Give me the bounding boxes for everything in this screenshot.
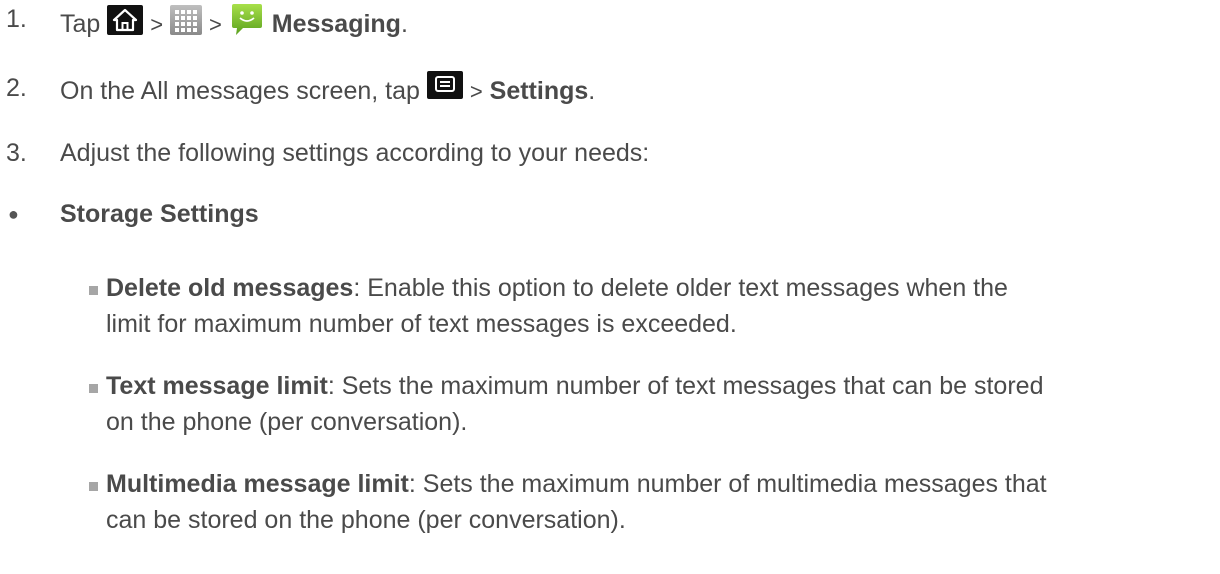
square-bullet-icon — [89, 482, 98, 491]
messaging-label: Messaging — [271, 10, 401, 38]
option-line: Text message limit: Sets the maximum num… — [106, 372, 1044, 400]
home-icon — [107, 5, 144, 35]
option-line: Multimedia message limit: Sets the maxim… — [106, 470, 1047, 498]
option-name: Text message limit — [106, 372, 328, 400]
separator: > — [150, 12, 164, 37]
option-line: can be stored on the phone (per conversa… — [106, 506, 626, 534]
settings-label: Settings — [489, 77, 589, 105]
option-line: limit for maximum number of text message… — [106, 310, 737, 338]
option-name: Delete old messages — [106, 274, 354, 302]
square-bullet-icon — [89, 384, 98, 393]
square-bullet-icon — [89, 286, 98, 295]
step-text: Tap > > Messaging. — [60, 2, 408, 42]
menu-icon — [426, 71, 463, 99]
apps-grid-icon — [170, 5, 203, 35]
step-number: 1. — [6, 5, 27, 33]
option-line: Delete old messages: Enable this option … — [106, 274, 1008, 302]
step-2-text: On the All messages screen, tap — [60, 77, 420, 105]
step-number: 3. — [6, 139, 27, 167]
separator: > — [469, 79, 483, 104]
option-name: Multimedia message limit — [106, 470, 409, 498]
section-title: Storage Settings — [60, 200, 259, 228]
step-text: Adjust the following settings according … — [60, 139, 650, 167]
tap-label: Tap — [60, 10, 101, 38]
messaging-app-icon — [229, 2, 265, 38]
step-text: On the All messages screen, tap > Settin… — [60, 71, 595, 109]
separator: > — [208, 12, 222, 37]
option-line: on the phone (per conversation). — [106, 408, 468, 436]
bullet-icon: ● — [8, 204, 19, 224]
step-number: 2. — [6, 74, 27, 102]
